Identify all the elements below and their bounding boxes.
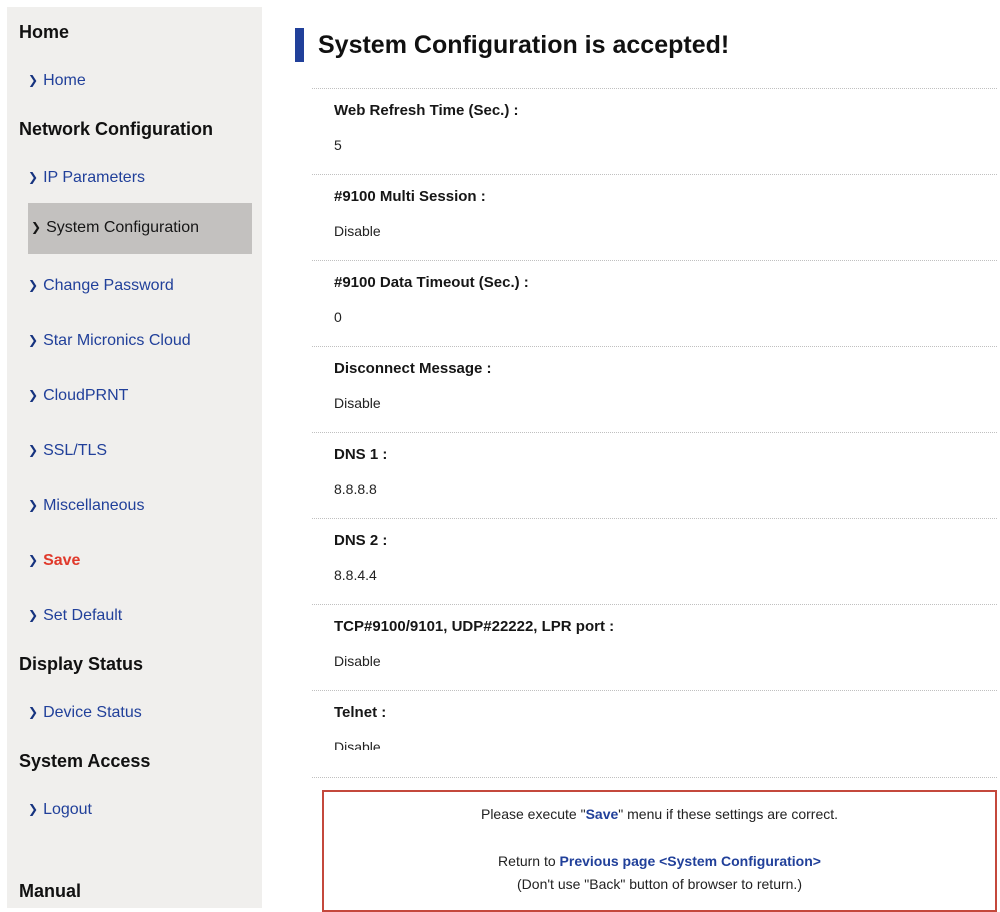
setting-row-dns-2: DNS 2 : 8.8.4.4 <box>312 518 997 604</box>
sidebar-section-system-access: System Access <box>19 750 262 773</box>
sidebar-item-label: Change Password <box>43 276 174 295</box>
setting-value: 8.8.8.8 <box>334 480 997 499</box>
setting-row-tcp-udp-lpr-port: TCP#9100/9101, UDP#22222, LPR port : Dis… <box>312 604 997 690</box>
chevron-right-icon: ❯ <box>28 703 38 722</box>
sidebar-item-label: CloudPRNT <box>43 386 128 405</box>
setting-value: Disable <box>334 652 997 671</box>
setting-row-9100-data-timeout: #9100 Data Timeout (Sec.) : 0 <box>312 260 997 346</box>
setting-row-dns-1: DNS 1 : 8.8.8.8 <box>312 432 997 518</box>
chevron-right-icon: ❯ <box>28 441 38 460</box>
setting-label: Disconnect Message : <box>334 359 997 379</box>
sidebar-item-label: Star Micronics Cloud <box>43 331 191 350</box>
notice-text: Please execute " <box>481 806 586 822</box>
sidebar-item-system-configuration[interactable]: ❯ System Configuration <box>28 203 252 254</box>
chevron-right-icon: ❯ <box>28 168 38 187</box>
setting-row-web-refresh-time: Web Refresh Time (Sec.) : 5 <box>312 88 997 174</box>
sidebar-item-change-password[interactable]: ❯ Change Password <box>28 276 262 296</box>
chevron-right-icon: ❯ <box>31 218 41 237</box>
page-title-row: System Configuration is accepted! <box>295 28 997 62</box>
notice-text: " menu if these settings are correct. <box>618 806 838 822</box>
setting-value: 5 <box>334 136 997 155</box>
sidebar-item-device-status[interactable]: ❯ Device Status <box>28 703 262 723</box>
setting-label: #9100 Multi Session : <box>334 187 997 207</box>
sidebar-item-ssl-tls[interactable]: ❯ SSL/TLS <box>28 441 262 461</box>
sidebar-item-label: Logout <box>43 800 92 819</box>
chevron-right-icon: ❯ <box>28 386 38 405</box>
sidebar: Home ❯ Home Network Configuration ❯ IP P… <box>7 7 262 908</box>
sidebar-item-star-micronics-cloud[interactable]: ❯ Star Micronics Cloud <box>28 331 262 351</box>
sidebar-item-cloudprnt[interactable]: ❯ CloudPRNT <box>28 386 262 406</box>
setting-label: DNS 2 : <box>334 531 997 551</box>
setting-label: #9100 Data Timeout (Sec.) : <box>334 273 997 293</box>
setting-value: Disable <box>334 222 997 241</box>
sidebar-item-label: Save <box>43 551 80 570</box>
settings-list: Web Refresh Time (Sec.) : 5 #9100 Multi … <box>312 88 997 750</box>
sidebar-item-set-default[interactable]: ❯ Set Default <box>28 606 262 626</box>
setting-row-disconnect-message: Disconnect Message : Disable <box>312 346 997 432</box>
main-content: System Configuration is accepted! Web Re… <box>262 0 1000 912</box>
setting-label: Telnet : <box>334 703 997 723</box>
chevron-right-icon: ❯ <box>28 551 38 570</box>
setting-row-9100-multi-session: #9100 Multi Session : Disable <box>312 174 997 260</box>
setting-value: 0 <box>334 308 997 327</box>
sidebar-section-network-configuration: Network Configuration <box>19 118 262 141</box>
title-accent-bar <box>295 28 304 62</box>
setting-value: Disable <box>334 394 997 413</box>
page-title: System Configuration is accepted! <box>318 28 729 62</box>
setting-value: 8.8.4.4 <box>334 566 997 585</box>
sidebar-item-label: System Configuration <box>46 218 199 237</box>
settings-area: Web Refresh Time (Sec.) : 5 #9100 Multi … <box>312 88 997 912</box>
save-inline-link[interactable]: Save <box>586 806 619 822</box>
previous-page-link[interactable]: Previous page <System Configuration> <box>560 853 821 869</box>
setting-label: DNS 1 : <box>334 445 997 465</box>
notice-text: Return to <box>498 853 559 869</box>
sidebar-item-home[interactable]: ❯ Home <box>28 71 262 91</box>
sidebar-section-display-status: Display Status <box>19 653 262 676</box>
notice-line-2: Return to Previous page <System Configur… <box>334 850 985 873</box>
sidebar-item-label: Miscellaneous <box>43 496 144 515</box>
sidebar-item-ip-parameters[interactable]: ❯ IP Parameters <box>28 168 262 188</box>
sidebar-section-manual: Manual <box>19 880 262 903</box>
page: Home ❯ Home Network Configuration ❯ IP P… <box>0 0 1000 912</box>
notice-box: Please execute "Save" menu if these sett… <box>322 790 997 912</box>
bottom-divider <box>312 777 997 778</box>
setting-row-telnet: Telnet : Disable <box>312 690 997 750</box>
sidebar-item-label: Set Default <box>43 606 122 625</box>
chevron-right-icon: ❯ <box>28 276 38 295</box>
sidebar-item-logout[interactable]: ❯ Logout <box>28 800 262 820</box>
sidebar-item-label: Device Status <box>43 703 142 722</box>
setting-label: TCP#9100/9101, UDP#22222, LPR port : <box>334 617 997 637</box>
chevron-right-icon: ❯ <box>28 606 38 625</box>
sidebar-item-label: Home <box>43 71 86 90</box>
sidebar-item-save[interactable]: ❯ Save <box>28 551 262 571</box>
notice-line-3: (Don't use "Back" button of browser to r… <box>334 873 985 896</box>
chevron-right-icon: ❯ <box>28 331 38 350</box>
setting-label: Web Refresh Time (Sec.) : <box>334 101 997 121</box>
chevron-right-icon: ❯ <box>28 800 38 819</box>
sidebar-item-label: SSL/TLS <box>43 441 107 460</box>
chevron-right-icon: ❯ <box>28 71 38 90</box>
notice-line-1: Please execute "Save" menu if these sett… <box>334 805 985 823</box>
sidebar-item-label: IP Parameters <box>43 168 145 187</box>
chevron-right-icon: ❯ <box>28 496 38 515</box>
sidebar-item-miscellaneous[interactable]: ❯ Miscellaneous <box>28 496 262 516</box>
setting-value: Disable <box>334 738 997 750</box>
sidebar-section-home: Home <box>19 21 262 44</box>
